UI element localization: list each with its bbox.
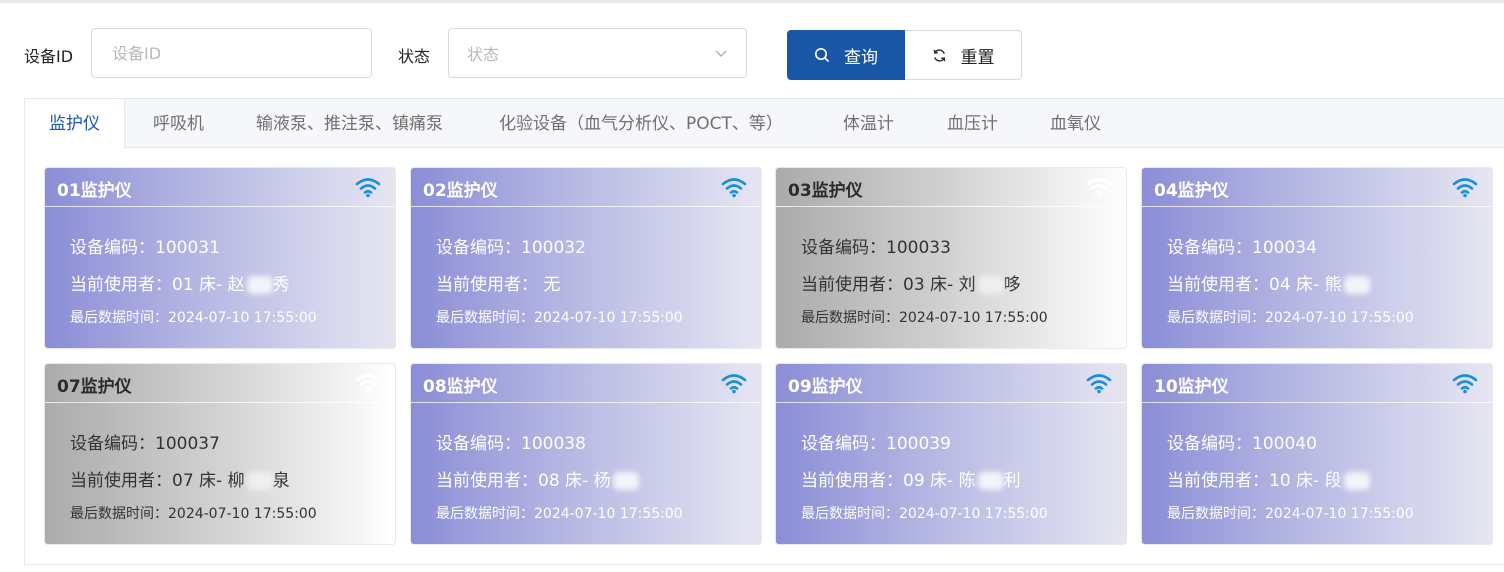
card-title: 09监护仪 [788,377,863,397]
card-header: 07监护仪 [45,364,395,403]
current-user-text: 当前使用者：07 床- 柳 [70,471,245,491]
current-user: 当前使用者：08 床- 杨 [436,466,639,491]
tab-oximeter[interactable]: 血氧仪 [1050,99,1101,148]
current-user: 当前使用者：09 床- 陈 利 [801,466,1021,491]
device-code: 设备编码：100040 [1167,434,1317,454]
wifi-icon [1086,374,1112,394]
reset-button-label: 重置 [960,47,995,68]
device-id-field[interactable] [91,28,372,78]
card-header: 08监护仪 [411,364,761,403]
card-title: 02监护仪 [423,181,498,201]
card-header: 04监护仪 [1142,168,1492,207]
tab-monitor[interactable]: 监护仪 [25,99,125,149]
query-button-label: 查询 [844,47,878,68]
device-code: 设备编码：100032 [436,238,586,258]
redacted-name-mask [246,472,273,490]
card-header: 03监护仪 [776,168,1126,207]
wifi-icon [355,374,381,394]
current-user-text: 当前使用者：01 床- 赵 [70,275,245,295]
last-data-time: 最后数据时间：2024-07-10 17:55:00 [436,310,683,326]
wifi-icon [721,374,747,394]
redacted-name-mask [977,276,1004,294]
device-card[interactable]: 02监护仪设备编码：100032 当前使用者： 无最后数据时间：2024-07-1… [410,167,762,349]
tab-lab-equipment[interactable]: 化验设备（血气分析仪、POCT、等） [499,99,783,148]
last-data-time: 最后数据时间：2024-07-10 17:55:00 [1167,506,1414,522]
card-header: 01监护仪 [45,168,395,207]
wifi-icon [721,178,747,198]
card-title: 10监护仪 [1154,377,1229,397]
last-data-time: 最后数据时间：2024-07-10 17:55:00 [70,506,317,522]
card-title: 04监护仪 [1154,181,1229,201]
redacted-name-mask [246,276,273,294]
last-data-time: 最后数据时间：2024-07-10 17:55:00 [1167,310,1414,326]
card-header: 09监护仪 [776,364,1126,403]
device-code: 设备编码：100034 [1167,238,1317,258]
device-card[interactable]: 04监护仪设备编码：100034 当前使用者：04 床- 熊最后数据时间：2024… [1141,167,1493,349]
current-user-name-tail: 秀 [272,275,290,295]
card-title: 01监护仪 [57,181,132,201]
status-select[interactable]: 状态 [448,28,747,78]
device-code: 设备编码：100037 [70,434,220,454]
redacted-name-mask [1343,276,1370,294]
last-data-time: 最后数据时间：2024-07-10 17:55:00 [70,310,317,326]
device-id-input[interactable] [110,42,353,64]
current-user: 当前使用者：07 床- 柳 泉 [70,466,290,491]
device-card[interactable]: 01监护仪设备编码：100031 当前使用者：01 床- 赵 秀最后数据时间：202… [44,167,396,349]
current-user-text: 当前使用者： 无 [436,275,561,295]
tab-thermometer[interactable]: 体温计 [843,99,894,148]
current-user-name-tail: 利 [1003,471,1021,491]
device-card[interactable]: 03监护仪设备编码：100033 当前使用者：03 床- 刘 哆最后数据时间：202… [775,167,1127,349]
query-button[interactable]: 查询 [787,30,905,80]
device-code: 设备编码：100033 [801,238,951,258]
current-user-text: 当前使用者：10 床- 段 [1167,471,1342,491]
tab-blood-pressure-meter[interactable]: 血压计 [947,99,998,148]
current-user-text: 当前使用者：03 床- 刘 [801,275,976,295]
wifi-icon [1452,178,1478,198]
card-title: 07监护仪 [57,377,132,397]
current-user: 当前使用者： 无 [436,270,560,295]
device-code: 设备编码：100031 [70,238,220,258]
top-divider [0,0,1504,3]
card-title: 08监护仪 [423,377,498,397]
device-card[interactable]: 10监护仪设备编码：100040 当前使用者：10 床- 段最后数据时间：2024… [1141,363,1493,545]
current-user-name-tail: 泉 [272,471,290,491]
device-code: 设备编码：100038 [436,434,586,454]
current-user: 当前使用者：10 床- 段 [1167,466,1370,491]
card-header: 10监护仪 [1142,364,1492,403]
redacted-name-mask [977,472,1004,490]
current-user: 当前使用者：03 床- 刘 哆 [801,270,1021,295]
card-header: 02监护仪 [411,168,761,207]
current-user: 当前使用者：04 床- 熊 [1167,270,1370,295]
status-label: 状态 [398,47,431,66]
current-user-text: 当前使用者：09 床- 陈 [801,471,976,491]
current-user-text: 当前使用者：04 床- 熊 [1167,275,1342,295]
tab-bar: 监护仪 呼吸机 输液泵、推注泵、镇痛泵 化验设备（血气分析仪、POCT、等） 体… [25,99,1504,149]
status-select-placeholder: 状态 [467,45,500,64]
card-title: 03监护仪 [788,181,863,201]
wifi-icon [1452,374,1478,394]
tab-ventilator[interactable]: 呼吸机 [153,99,204,148]
device-id-label: 设备ID [24,47,74,66]
current-user-name-tail: 哆 [1003,275,1021,295]
device-code: 设备编码：100039 [801,434,951,454]
device-card[interactable]: 07监护仪设备编码：100037 当前使用者：07 床- 柳 泉最后数据时间：202… [44,363,396,545]
reset-button[interactable]: 重置 [905,30,1022,80]
wifi-icon [1086,178,1112,198]
last-data-time: 最后数据时间：2024-07-10 17:55:00 [801,310,1048,326]
device-card[interactable]: 08监护仪设备编码：100038 当前使用者：08 床- 杨最后数据时间：2024… [410,363,762,545]
current-user-text: 当前使用者：08 床- 杨 [436,471,611,491]
last-data-time: 最后数据时间：2024-07-10 17:55:00 [436,506,683,522]
tab-infusion-pump[interactable]: 输液泵、推注泵、镇痛泵 [256,99,443,148]
current-user: 当前使用者：01 床- 赵 秀 [70,270,290,295]
redacted-name-mask [1343,472,1370,490]
wifi-icon [355,178,381,198]
search-icon [815,48,830,63]
last-data-time: 最后数据时间：2024-07-10 17:55:00 [801,506,1048,522]
device-card[interactable]: 09监护仪设备编码：100039 当前使用者：09 床- 陈 利最后数据时间：202… [775,363,1127,545]
redacted-name-mask [612,472,639,490]
refresh-icon [933,48,945,62]
chevron-down-icon [715,50,727,57]
